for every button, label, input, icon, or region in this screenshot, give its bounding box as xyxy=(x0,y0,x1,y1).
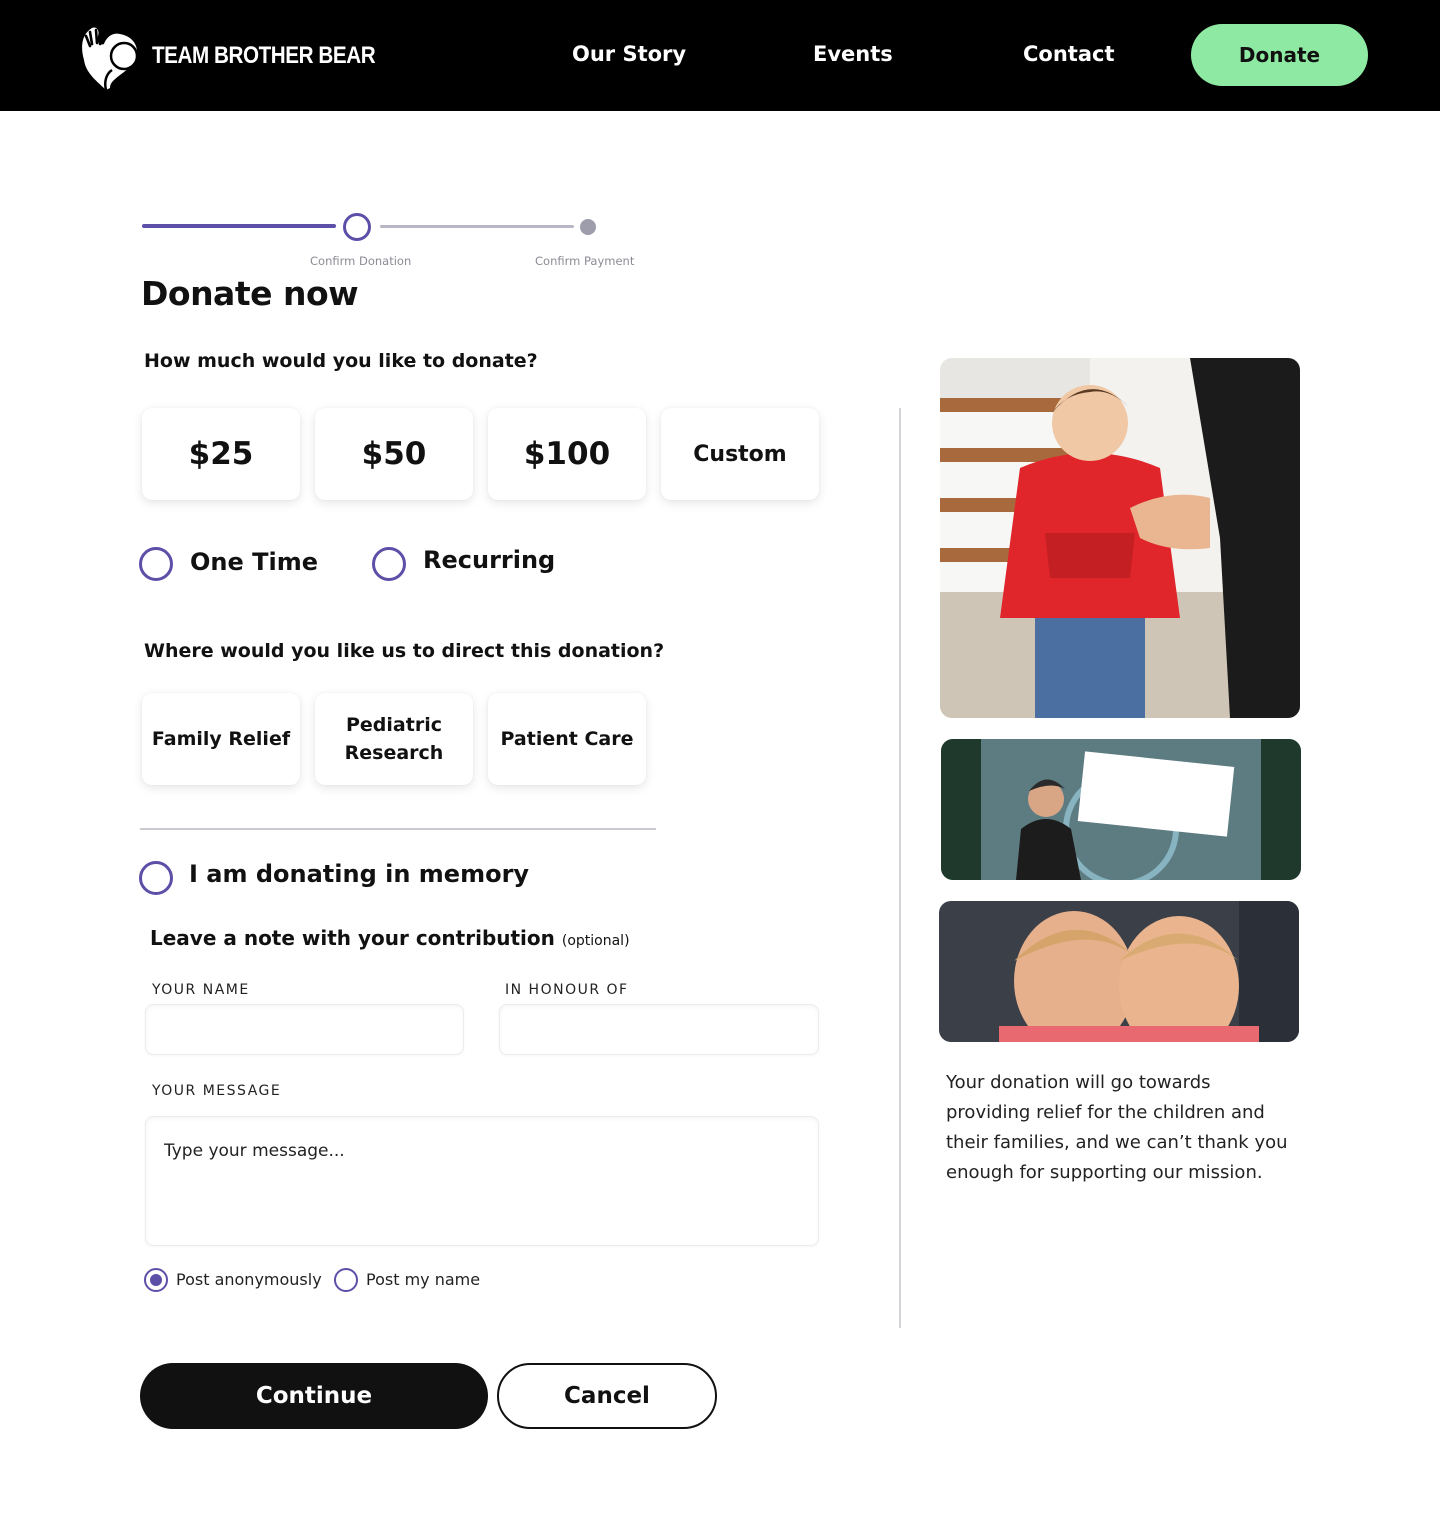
cancel-button[interactable]: Cancel xyxy=(497,1363,717,1429)
progress-line-pending xyxy=(380,225,574,228)
nav-link-contact[interactable]: Contact xyxy=(1023,42,1115,66)
step-label-confirm-donation: Confirm Donation xyxy=(310,254,412,268)
amount-option-100[interactable]: $100 xyxy=(488,408,646,500)
direction-option-pediatric-research[interactable]: Pediatric Research xyxy=(315,693,473,785)
amount-option-25[interactable]: $25 xyxy=(142,408,300,500)
your-name-input[interactable] xyxy=(145,1004,464,1055)
recurring-radio[interactable] xyxy=(372,547,406,581)
post-my-name-radio[interactable] xyxy=(334,1268,358,1292)
in-honour-of-label: IN HONOUR OF xyxy=(505,982,629,998)
step-label-confirm-payment: Confirm Payment xyxy=(535,254,635,268)
direction-option-family-relief[interactable]: Family Relief xyxy=(142,693,300,785)
nav-donate-button[interactable]: Donate xyxy=(1191,24,1368,86)
one-time-radio[interactable] xyxy=(139,547,173,581)
page-title: Donate now xyxy=(141,274,359,313)
photo-boy-thumbs-up xyxy=(940,358,1300,718)
column-divider xyxy=(899,408,901,1328)
post-anonymously-label[interactable]: Post anonymously xyxy=(176,1270,322,1289)
brand-name[interactable]: TEAM BROTHER BEAR xyxy=(152,42,376,70)
direction-question: Where would you like us to direct this d… xyxy=(144,640,665,662)
post-anonymously-radio[interactable] xyxy=(144,1268,168,1292)
top-nav: TEAM BROTHER BEAR Our Story Events Conta… xyxy=(0,0,1440,111)
in-memory-radio[interactable] xyxy=(139,861,173,895)
note-optional-label: (optional) xyxy=(561,933,630,949)
progress-line-complete xyxy=(142,224,336,228)
amount-question: How much would you like to donate? xyxy=(144,350,538,372)
photo-two-girls-smiling xyxy=(939,901,1299,1042)
nav-link-events[interactable]: Events xyxy=(813,42,893,66)
nav-link-our-story[interactable]: Our Story xyxy=(572,42,686,66)
continue-button[interactable]: Continue xyxy=(140,1363,488,1429)
your-name-label: YOUR NAME xyxy=(152,982,250,998)
brand-logo-icon[interactable] xyxy=(76,24,140,92)
progress-step-pending xyxy=(580,219,596,235)
note-title-text: Leave a note with your contribution xyxy=(150,926,555,950)
section-divider xyxy=(140,828,656,830)
your-message-label: YOUR MESSAGE xyxy=(152,1083,282,1099)
post-my-name-label[interactable]: Post my name xyxy=(366,1270,480,1289)
note-title: Leave a note with your contribution (opt… xyxy=(150,926,630,950)
your-message-textarea[interactable] xyxy=(145,1116,819,1246)
amount-option-50[interactable]: $50 xyxy=(315,408,473,500)
photo-check-presentation xyxy=(941,739,1301,880)
in-honour-of-input[interactable] xyxy=(499,1004,819,1055)
progress-step-current xyxy=(343,213,371,241)
recurring-label[interactable]: Recurring xyxy=(423,546,555,574)
sidebar-message: Your donation will go towards providing … xyxy=(946,1072,1288,1183)
one-time-label[interactable]: One Time xyxy=(190,548,318,576)
direction-option-patient-care[interactable]: Patient Care xyxy=(488,693,646,785)
in-memory-label[interactable]: I am donating in memory xyxy=(189,860,529,888)
amount-option-custom[interactable]: Custom xyxy=(661,408,819,500)
